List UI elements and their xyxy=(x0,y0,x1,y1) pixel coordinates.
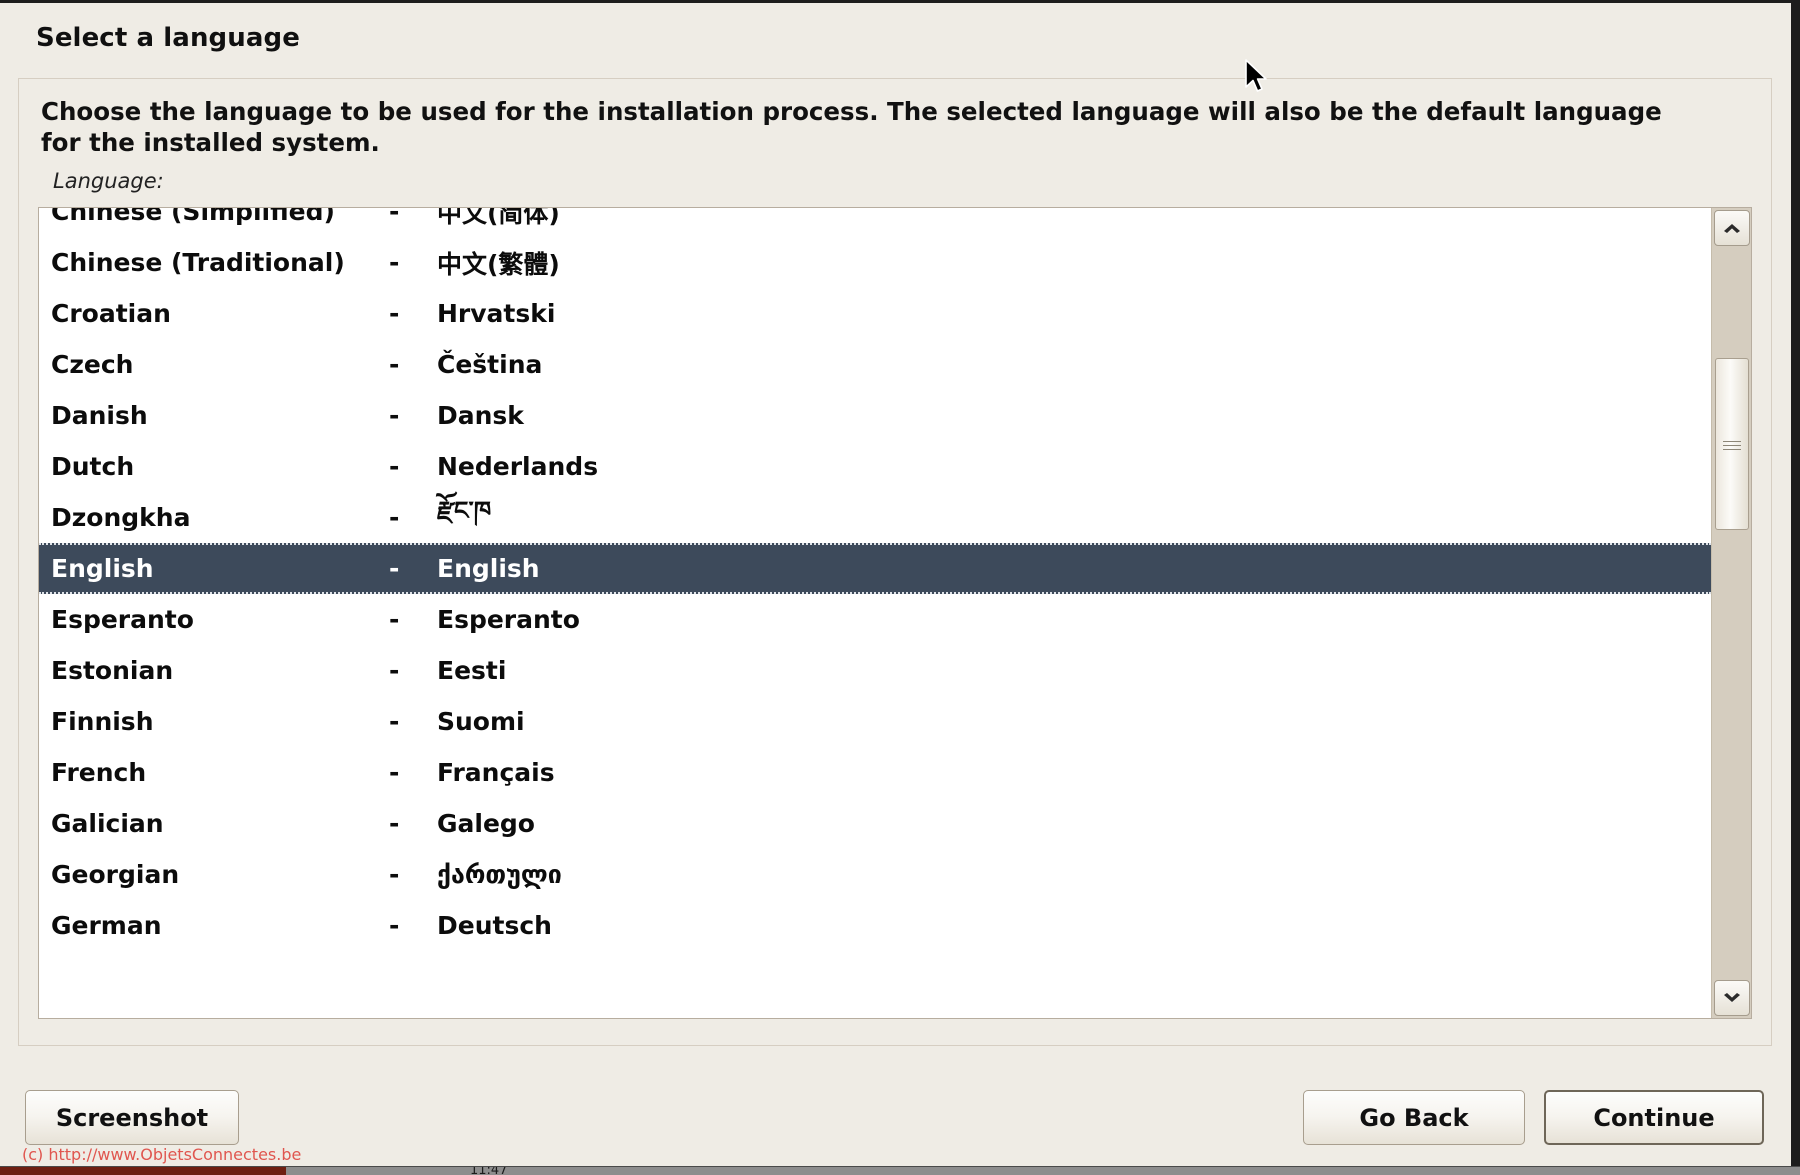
language-english-name: Estonian xyxy=(51,656,174,685)
language-native-name: English xyxy=(437,554,540,583)
language-row[interactable]: Czech - Čeština xyxy=(39,339,1711,390)
language-separator: - xyxy=(389,605,400,634)
language-row[interactable]: Croatian - Hrvatski xyxy=(39,288,1711,339)
language-separator: - xyxy=(389,707,400,736)
language-row[interactable]: Galician - Galego xyxy=(39,798,1711,849)
language-native-name: རྫོང་ཁ xyxy=(437,496,492,525)
intro-description: Choose the language to be used for the i… xyxy=(41,97,1662,157)
language-native-name: Čeština xyxy=(437,350,543,379)
language-english-name: Chinese (Simplified) xyxy=(51,207,335,226)
language-separator: - xyxy=(389,207,400,226)
language-row[interactable]: Esperanto - Esperanto xyxy=(39,594,1711,645)
language-row[interactable]: Georgian - ქართული xyxy=(39,849,1711,900)
language-english-name: Czech xyxy=(51,350,134,379)
language-separator: - xyxy=(389,554,400,583)
language-separator: - xyxy=(389,860,400,889)
language-native-name: Hrvatski xyxy=(437,299,556,328)
watermark-text: (c) http://www.ObjetsConnectes.be xyxy=(22,1145,302,1164)
language-separator: - xyxy=(389,248,400,277)
language-listbox[interactable]: Chinese (Simplified) - 中文(简体) Chinese (Trad… xyxy=(38,207,1752,1019)
language-native-name: Esperanto xyxy=(437,605,580,634)
desktop-taskbar: 11:47 xyxy=(0,1166,1800,1175)
language-native-name: Deutsch xyxy=(437,911,552,940)
language-english-name: Croatian xyxy=(51,299,171,328)
language-english-name: Dutch xyxy=(51,452,135,481)
language-separator: - xyxy=(389,401,400,430)
language-english-name: Chinese (Traditional) xyxy=(51,248,345,277)
language-separator: - xyxy=(389,656,400,685)
language-native-name: Dansk xyxy=(437,401,524,430)
language-native-name: Galego xyxy=(437,809,535,838)
language-row[interactable]: German - Deutsch xyxy=(39,900,1711,951)
language-english-name: Dzongkha xyxy=(51,503,191,532)
language-row[interactable]: French - Français xyxy=(39,747,1711,798)
language-english-name: English xyxy=(51,554,154,583)
language-separator: - xyxy=(389,758,400,787)
language-native-name: Suomi xyxy=(437,707,525,736)
language-native-name: Eesti xyxy=(437,656,507,685)
language-row[interactable]: Danish - Dansk xyxy=(39,390,1711,441)
continue-button[interactable]: Continue xyxy=(1544,1090,1764,1145)
language-english-name: Galician xyxy=(51,809,164,838)
language-native-name: 中文(繁體) xyxy=(437,249,560,279)
language-english-name: Esperanto xyxy=(51,605,194,634)
language-row[interactable]: Chinese (Simplified) - 中文(简体) xyxy=(39,207,1711,237)
language-separator: - xyxy=(389,911,400,940)
content-panel: Choose the language to be used for the i… xyxy=(18,78,1772,1046)
language-native-name: ქართული xyxy=(437,860,562,889)
grip-lines-icon xyxy=(1723,438,1741,450)
language-row[interactable]: Chinese (Traditional) - 中文(繁體) xyxy=(39,237,1711,288)
language-english-name: Danish xyxy=(51,401,148,430)
language-list[interactable]: Chinese (Simplified) - 中文(简体) Chinese (Trad… xyxy=(39,207,1711,996)
installer-window: Select a language Choose the language to… xyxy=(0,0,1800,1166)
language-native-name: Français xyxy=(437,758,555,787)
language-row[interactable]: Finnish - Suomi xyxy=(39,696,1711,747)
taskbar-window-item[interactable] xyxy=(0,1167,286,1175)
language-row[interactable]: Estonian - Eesti xyxy=(39,645,1711,696)
language-separator: - xyxy=(389,350,400,379)
language-separator: - xyxy=(389,299,400,328)
language-row[interactable]: Dzongkha - རྫོང་ཁ xyxy=(39,492,1711,543)
chevron-up-icon xyxy=(1724,224,1740,233)
language-separator: - xyxy=(389,452,400,481)
screenshot-button[interactable]: Screenshot xyxy=(25,1090,239,1145)
language-separator: - xyxy=(389,809,400,838)
scrollbar-up-button[interactable] xyxy=(1714,210,1750,246)
scrollbar-down-button[interactable] xyxy=(1714,980,1750,1016)
language-separator: - xyxy=(389,503,400,532)
language-english-name: Finnish xyxy=(51,707,154,736)
language-list-scrollbar[interactable] xyxy=(1711,208,1751,1018)
language-english-name: Georgian xyxy=(51,860,180,889)
taskbar-clock: 11:47 xyxy=(470,1166,508,1175)
language-english-name: German xyxy=(51,911,162,940)
language-field-label: Language: xyxy=(53,169,164,193)
go-back-button[interactable]: Go Back xyxy=(1303,1090,1525,1145)
language-native-name: Nederlands xyxy=(437,452,599,481)
language-native-name: 中文(简体) xyxy=(437,207,560,228)
chevron-down-icon xyxy=(1724,993,1740,1002)
scrollbar-thumb[interactable] xyxy=(1715,358,1749,530)
page-title: Select a language xyxy=(36,23,300,53)
language-english-name: French xyxy=(51,758,147,787)
